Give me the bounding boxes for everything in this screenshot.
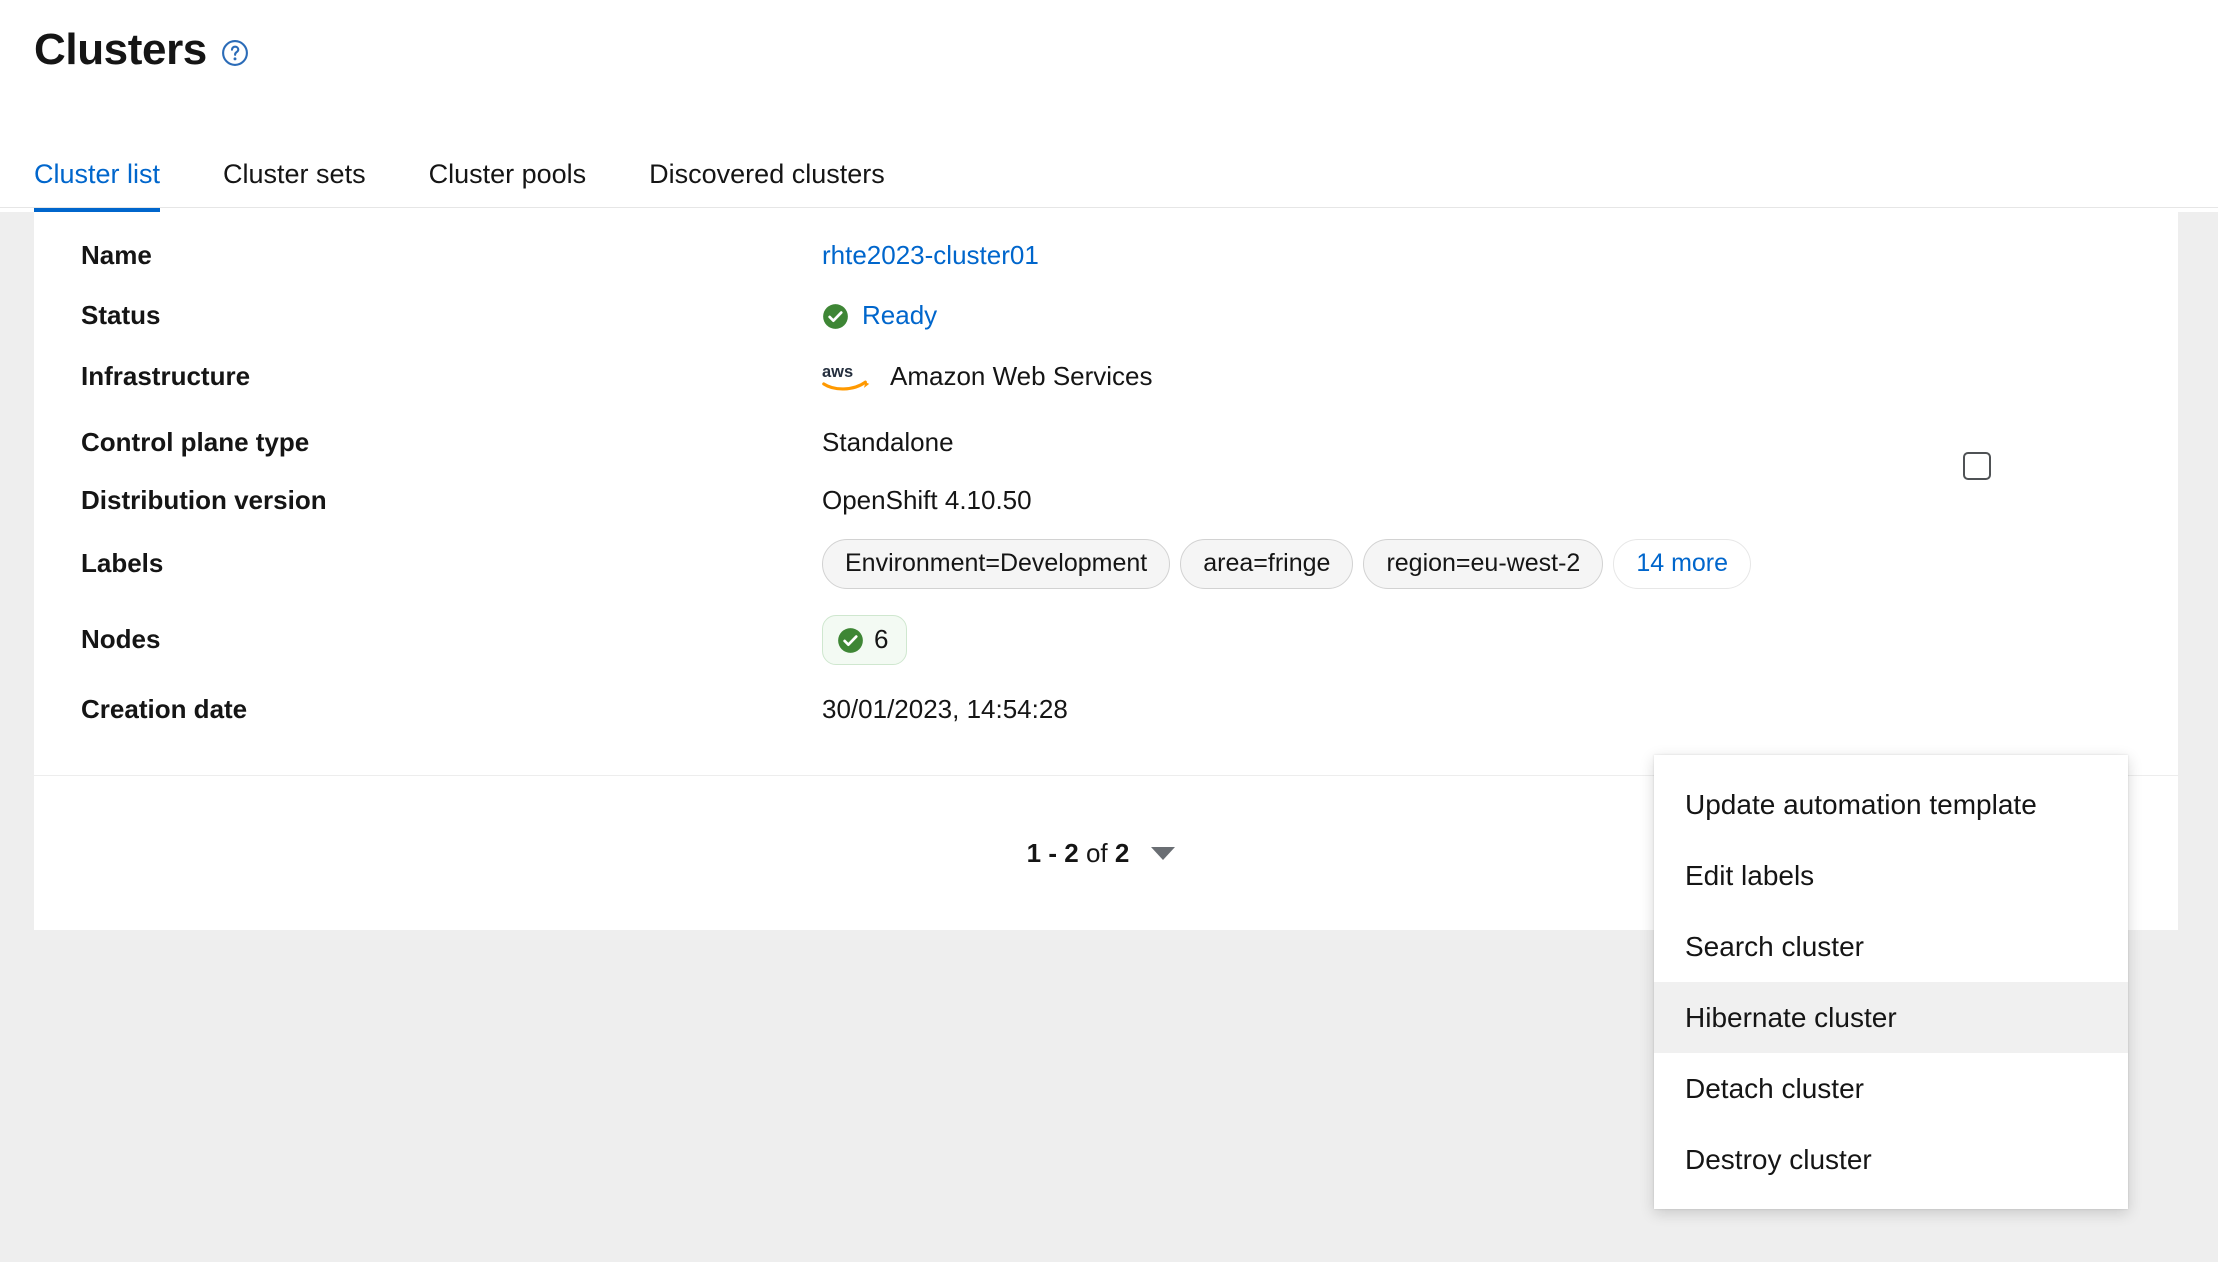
label-more-link[interactable]: 14 more xyxy=(1613,538,1752,590)
page-header: Clusters Cluster list Cluster sets Clust… xyxy=(0,0,2218,212)
detail-label-name: Name xyxy=(81,240,152,271)
check-circle-icon xyxy=(838,627,863,653)
detail-value-labels: Environment=Development area=fringe regi… xyxy=(822,538,2178,590)
menu-item-search-cluster[interactable]: Search cluster xyxy=(1654,911,2128,982)
detail-row-infrastructure: Infrastructure aws Amazon Web Services xyxy=(34,351,2178,403)
detail-row-status: Status Ready xyxy=(34,290,2178,342)
tab-label: Cluster pools xyxy=(428,159,587,189)
row-select-checkbox[interactable] xyxy=(1963,452,1991,480)
nodes-status-pill[interactable]: 6 xyxy=(822,615,908,665)
detail-label-control-plane-type: Control plane type xyxy=(81,427,310,458)
tab-cluster-list[interactable]: Cluster list xyxy=(34,159,161,212)
aws-logo-icon: aws xyxy=(822,363,870,391)
detail-row-distribution-version: Distribution version OpenShift 4.10.50 xyxy=(34,475,2178,527)
menu-item-edit-labels[interactable]: Edit labels xyxy=(1654,840,2128,911)
detail-row-labels: Labels Environment=Development area=frin… xyxy=(34,532,2178,596)
status-link[interactable]: Ready xyxy=(862,300,937,331)
menu-item-detach-cluster[interactable]: Detach cluster xyxy=(1654,1053,2128,1124)
detail-row-name: Name rhte2023-cluster01 xyxy=(34,230,2178,282)
pagination-total: 2 xyxy=(1114,837,1130,868)
chevron-down-icon[interactable] xyxy=(1151,846,1176,860)
detail-row-nodes: Nodes 6 xyxy=(34,608,2178,672)
tab-label: Discovered clusters xyxy=(649,159,885,189)
svg-text:aws: aws xyxy=(822,363,853,381)
detail-row-control-plane-type: Control plane type Standalone xyxy=(34,417,2178,469)
label-chip[interactable]: region=eu-west-2 xyxy=(1363,538,1604,590)
tab-discovered-clusters[interactable]: Discovered clusters xyxy=(649,161,885,212)
detail-label-infrastructure: Infrastructure xyxy=(81,361,251,392)
label-chip-group: Environment=Development area=fringe regi… xyxy=(822,538,1752,590)
pagination-range: 1 - 2 xyxy=(1026,837,1079,868)
check-circle-icon xyxy=(823,303,848,329)
page-title: Clusters xyxy=(34,25,207,74)
detail-label-status: Status xyxy=(81,300,161,331)
cluster-actions-dropdown[interactable]: Update automation template Edit labels S… xyxy=(1654,755,2128,1209)
menu-item-hibernate-cluster[interactable]: Hibernate cluster xyxy=(1654,982,2128,1053)
help-circle-icon[interactable] xyxy=(221,39,249,67)
infrastructure-label: Amazon Web Services xyxy=(890,361,1153,392)
detail-value-status: Ready xyxy=(822,300,2178,331)
detail-row-creation-date: Creation date 30/01/2023, 14:54:28 xyxy=(34,684,2178,736)
menu-item-update-automation-template[interactable]: Update automation template xyxy=(1654,769,2128,840)
pagination-of-label: of xyxy=(1085,837,1108,868)
detail-value-distribution-version: OpenShift 4.10.50 xyxy=(822,485,1032,516)
pagination-summary: 1 - 2 of 2 xyxy=(1027,838,1130,869)
status-badge[interactable]: Ready xyxy=(822,300,937,331)
tab-label: Cluster sets xyxy=(223,159,366,189)
detail-label-labels: Labels xyxy=(81,548,164,579)
cluster-name-link[interactable]: rhte2023-cluster01 xyxy=(822,240,1039,271)
tab-bar-underline xyxy=(0,207,2218,208)
tab-cluster-sets[interactable]: Cluster sets xyxy=(223,161,366,212)
page-title-row: Clusters xyxy=(34,28,249,72)
pagination-control[interactable]: 1 - 2 of 2 xyxy=(1027,838,1176,869)
detail-value-creation-date: 30/01/2023, 14:54:28 xyxy=(822,694,1068,725)
nodes-count: 6 xyxy=(874,624,889,655)
detail-label-creation-date: Creation date xyxy=(81,694,248,725)
label-chip[interactable]: Environment=Development xyxy=(822,538,1171,590)
menu-item-destroy-cluster[interactable]: Destroy cluster xyxy=(1654,1124,2128,1195)
tab-label: Cluster list xyxy=(34,159,161,189)
detail-label-nodes: Nodes xyxy=(81,624,161,655)
label-chip[interactable]: area=fringe xyxy=(1180,538,1354,590)
detail-value-name: rhte2023-cluster01 xyxy=(822,240,2178,271)
detail-value-nodes: 6 xyxy=(822,615,2178,665)
infrastructure-value: aws Amazon Web Services xyxy=(822,359,1153,395)
tab-bar[interactable]: Cluster list Cluster sets Cluster pools … xyxy=(34,140,885,212)
detail-label-distribution-version: Distribution version xyxy=(81,485,327,516)
tab-cluster-pools[interactable]: Cluster pools xyxy=(429,161,587,212)
detail-value-infrastructure: aws Amazon Web Services xyxy=(822,359,2178,395)
